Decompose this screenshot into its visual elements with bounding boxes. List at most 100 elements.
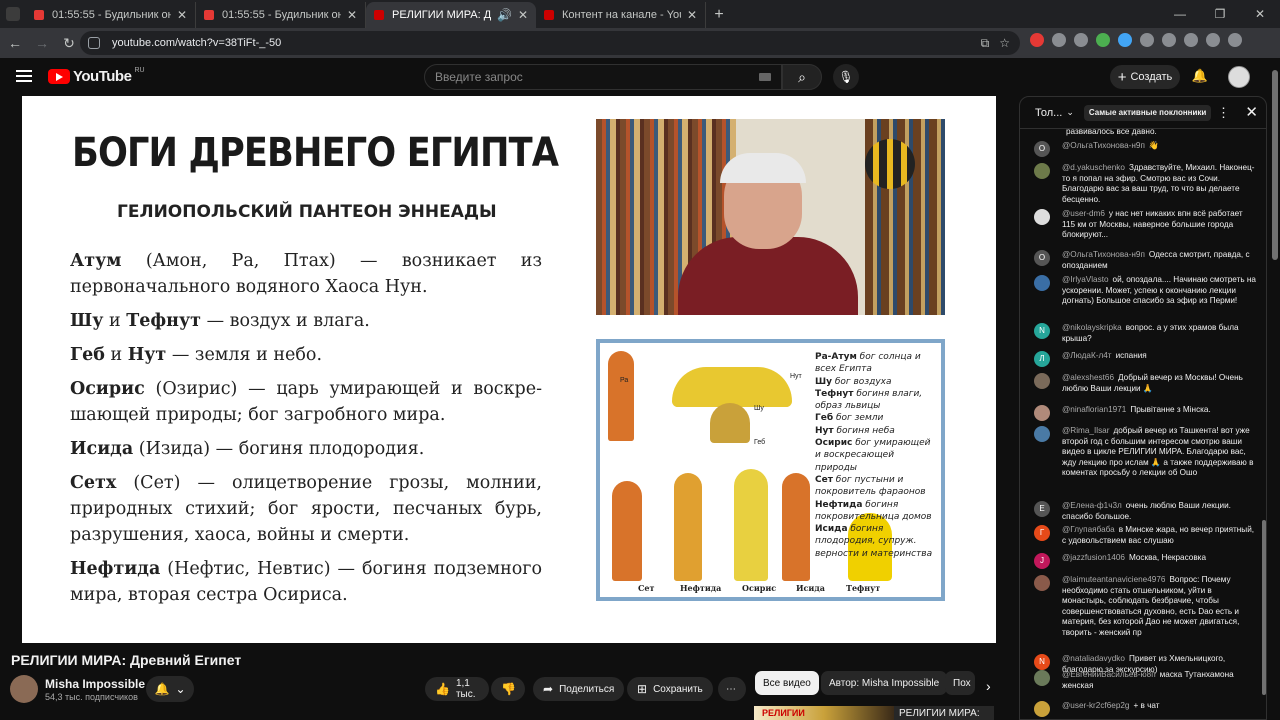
close-tab-icon[interactable]: ✕ bbox=[518, 8, 528, 22]
video-player[interactable]: БОГИ ДРЕВНЕГО ЕГИПТА ГЕЛИОПОЛЬСКИЙ ПАНТЕ… bbox=[22, 96, 996, 643]
chat-avatar[interactable]: Л bbox=[1034, 351, 1050, 367]
bookmark-star-icon[interactable]: ☆ bbox=[999, 36, 1010, 50]
browser-tab[interactable]: Контент на канале - YouTube S ✕ bbox=[536, 2, 706, 28]
like-count: 1,1 тыс. bbox=[455, 678, 476, 700]
site-info-icon[interactable] bbox=[88, 37, 100, 49]
chat-avatar[interactable] bbox=[1034, 575, 1050, 591]
more-actions-button[interactable]: ⋯ bbox=[718, 677, 746, 701]
browser-tab[interactable]: 01:55:55 - Будильник онлайн ✕ bbox=[196, 2, 366, 28]
chat-author[interactable]: @ninaflorian1971 bbox=[1062, 405, 1126, 414]
minimize-icon[interactable]: — bbox=[1160, 0, 1200, 28]
search-input[interactable]: Введите запрос bbox=[424, 64, 782, 90]
dislike-button[interactable]: 👎 bbox=[491, 677, 525, 701]
scrollbar-thumb[interactable] bbox=[1272, 70, 1278, 260]
chat-author[interactable]: @jazzfusion1406 bbox=[1062, 553, 1125, 562]
profile-icon[interactable] bbox=[1206, 33, 1220, 47]
chat-scrollbar[interactable] bbox=[1262, 520, 1266, 695]
notifications-bell-icon[interactable]: 🔔 bbox=[1192, 68, 1208, 84]
speaker-icon[interactable]: 🔊 bbox=[497, 8, 512, 22]
url-field[interactable]: youtube.com/watch?v=38TiFt-_-50 ⧉ ☆ bbox=[80, 31, 1020, 55]
browser-tab[interactable]: 01:55:55 - Будильник онлайн ✕ bbox=[26, 2, 196, 28]
create-button[interactable]: + Создать bbox=[1110, 65, 1180, 89]
chat-avatar[interactable] bbox=[1034, 405, 1050, 421]
chat-avatar[interactable] bbox=[1034, 426, 1050, 442]
deity-description: — земля и небо. bbox=[166, 345, 323, 365]
chat-author[interactable]: @Глупаябаба bbox=[1062, 525, 1115, 534]
new-tab-button[interactable]: + bbox=[706, 2, 732, 28]
close-window-icon[interactable]: ✕ bbox=[1240, 0, 1280, 28]
chat-author[interactable]: @ОльгаТихонова-н9п bbox=[1062, 141, 1145, 150]
chat-avatar[interactable]: N bbox=[1034, 654, 1050, 670]
save-button[interactable]: ⊞ Сохранить bbox=[627, 677, 713, 701]
chat-author[interactable]: @user-kr2cf6ep2g bbox=[1062, 701, 1129, 710]
chat-avatar[interactable]: О bbox=[1034, 250, 1050, 266]
channel-avatar[interactable] bbox=[10, 675, 38, 703]
chat-avatar[interactable]: Г bbox=[1034, 525, 1050, 541]
youtube-logo[interactable]: YouTube RU bbox=[48, 67, 145, 85]
close-tab-icon[interactable]: ✕ bbox=[347, 8, 357, 22]
reload-icon[interactable]: ↻ bbox=[57, 31, 81, 55]
decor-image bbox=[865, 139, 915, 189]
chat-author[interactable]: @nataliadavydko bbox=[1062, 654, 1125, 663]
chat-author[interactable]: @ЕвгенийВасильев-ю8п bbox=[1062, 670, 1156, 679]
chat-author[interactable]: @d.yakuschenko bbox=[1062, 163, 1125, 172]
share-button[interactable]: ➦ Поделиться bbox=[533, 677, 625, 701]
install-app-icon[interactable]: ⧉ bbox=[981, 36, 990, 51]
menu-dots-icon[interactable] bbox=[1228, 33, 1242, 47]
chat-avatar[interactable] bbox=[1034, 275, 1050, 291]
chat-more-icon[interactable]: ⋮ bbox=[1217, 105, 1230, 121]
puzzle-icon[interactable] bbox=[1162, 33, 1176, 47]
chevron-right-icon[interactable]: › bbox=[986, 678, 991, 694]
like-button[interactable]: 👍 1,1 тыс. bbox=[425, 677, 489, 701]
tab-search-button[interactable] bbox=[0, 0, 26, 28]
chat-author[interactable]: @ОльгаТихонова-н9п bbox=[1062, 250, 1145, 259]
chip-similar[interactable]: Пох bbox=[945, 671, 975, 695]
voice-search-button[interactable]: 🎙 bbox=[833, 64, 859, 90]
extension-icon[interactable] bbox=[1140, 33, 1154, 47]
account-avatar[interactable] bbox=[1228, 66, 1250, 88]
chat-avatar[interactable] bbox=[1034, 670, 1050, 686]
chat-avatar[interactable]: J bbox=[1034, 553, 1050, 569]
channel-name[interactable]: Misha Impossible bbox=[45, 677, 145, 691]
extension-icon[interactable] bbox=[1030, 33, 1044, 47]
chat-avatar[interactable] bbox=[1034, 701, 1050, 717]
chat-author[interactable]: @Елена-ф1ч3л bbox=[1062, 501, 1122, 510]
chat-avatar[interactable]: N bbox=[1034, 323, 1050, 339]
chat-author[interactable]: @alexshest66 bbox=[1062, 373, 1114, 382]
tab-title: Контент на канале - YouTube S bbox=[562, 9, 681, 21]
browser-tab-active[interactable]: РЕЛИГИИ МИРА: Древний 🔊 ✕ bbox=[366, 2, 536, 28]
share-icon: ➦ bbox=[543, 682, 554, 696]
close-chat-icon[interactable]: ✕ bbox=[1245, 103, 1258, 121]
keyboard-icon[interactable] bbox=[759, 73, 771, 81]
chat-avatar[interactable]: О bbox=[1034, 141, 1050, 157]
maximize-icon[interactable]: ❐ bbox=[1200, 0, 1240, 28]
forward-icon[interactable]: → bbox=[30, 31, 54, 55]
chevron-down-icon[interactable]: ⌄ bbox=[1066, 107, 1074, 118]
chip-all-videos[interactable]: Все видео bbox=[755, 671, 819, 695]
chat-author[interactable]: @user-dm6 bbox=[1062, 209, 1105, 218]
chip-author[interactable]: Автор: Misha Impossible bbox=[821, 671, 948, 695]
chat-avatar[interactable]: Е bbox=[1034, 501, 1050, 517]
chat-author[interactable]: @ЛюдаК-л4т bbox=[1062, 351, 1112, 360]
back-icon[interactable]: ← bbox=[3, 31, 27, 55]
menu-icon[interactable] bbox=[16, 70, 32, 82]
chat-author[interactable]: @IrlyaVlasto bbox=[1062, 275, 1109, 284]
chat-avatar[interactable] bbox=[1034, 373, 1050, 389]
extension-icon[interactable] bbox=[1096, 33, 1110, 47]
next-video-item[interactable]: РЕЛИГИИ РЕЛИГИИ МИРА: bbox=[754, 706, 994, 720]
chat-author[interactable]: @Rima_Ilsar bbox=[1062, 426, 1109, 435]
extension-icon[interactable] bbox=[1074, 33, 1088, 47]
extension-icon[interactable] bbox=[1118, 33, 1132, 47]
search-button[interactable]: ⌕ bbox=[782, 64, 822, 90]
page-scrollbar[interactable] bbox=[1270, 58, 1280, 720]
chat-avatar[interactable] bbox=[1034, 163, 1050, 179]
chat-avatar[interactable] bbox=[1034, 209, 1050, 225]
subscription-bell-button[interactable]: 🔔 ⌄ bbox=[146, 676, 194, 702]
reading-list-icon[interactable] bbox=[1184, 33, 1198, 47]
close-tab-icon[interactable]: ✕ bbox=[177, 8, 187, 22]
chat-author[interactable]: @nikolayskripka bbox=[1062, 323, 1122, 332]
chat-mode-select[interactable]: Тол... bbox=[1035, 107, 1062, 119]
chat-author[interactable]: @laimuteantanaviciene4976 bbox=[1062, 575, 1165, 584]
close-tab-icon[interactable]: ✕ bbox=[687, 8, 697, 22]
extension-icon[interactable] bbox=[1052, 33, 1066, 47]
